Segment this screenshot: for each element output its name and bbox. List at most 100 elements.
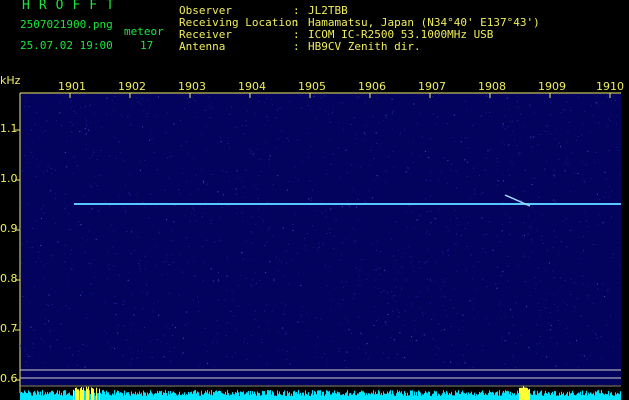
noise-pixel xyxy=(599,214,601,216)
level-bar xyxy=(470,393,471,400)
level-bar xyxy=(318,390,319,400)
level-bar xyxy=(385,393,386,400)
noise-pixel xyxy=(123,300,125,302)
noise-pixel xyxy=(226,257,228,259)
noise-pixel xyxy=(133,249,135,251)
noise-pixel xyxy=(418,261,420,263)
noise-pixel xyxy=(464,137,466,139)
noise-pixel xyxy=(81,291,83,293)
level-bar xyxy=(351,394,352,400)
noise-pixel xyxy=(443,157,445,159)
level-bar xyxy=(361,390,362,400)
noise-pixel xyxy=(306,312,308,314)
level-bar xyxy=(168,391,169,400)
noise-pixel xyxy=(531,177,533,179)
noise-pixel xyxy=(178,189,180,190)
noise-pixel xyxy=(515,366,516,368)
noise-pixel xyxy=(251,216,253,218)
noise-pixel xyxy=(604,220,606,222)
noise-pixel xyxy=(326,359,328,361)
level-bar xyxy=(148,394,149,400)
noise-pixel xyxy=(464,228,466,230)
noise-pixel xyxy=(235,352,236,354)
noise-pixel xyxy=(584,181,586,183)
noise-pixel xyxy=(285,332,287,334)
noise-pixel xyxy=(535,353,537,355)
noise-pixel xyxy=(314,209,316,211)
level-bar xyxy=(516,394,517,400)
level-bar xyxy=(595,391,596,400)
level-bar xyxy=(276,395,277,400)
noise-pixel xyxy=(308,156,310,158)
noise-pixel xyxy=(254,283,256,285)
level-bar xyxy=(454,395,455,400)
noise-pixel xyxy=(413,271,415,273)
level-bar xyxy=(316,394,317,400)
level-bar xyxy=(86,386,87,400)
level-bar xyxy=(433,393,434,400)
noise-pixel xyxy=(414,228,416,230)
noise-pixel xyxy=(427,249,429,251)
noise-pixel xyxy=(550,114,552,116)
level-bar xyxy=(102,390,103,400)
noise-pixel xyxy=(378,317,380,319)
noise-pixel xyxy=(484,169,486,171)
noise-pixel xyxy=(89,210,91,212)
noise-pixel xyxy=(337,122,339,124)
level-bar xyxy=(509,394,510,400)
noise-pixel xyxy=(123,207,125,208)
noise-pixel xyxy=(416,219,418,221)
noise-pixel xyxy=(254,185,255,187)
noise-pixel xyxy=(405,279,407,281)
noise-pixel xyxy=(604,171,606,173)
level-bar xyxy=(98,393,99,400)
level-bar xyxy=(119,393,120,400)
noise-pixel xyxy=(364,133,366,135)
noise-pixel xyxy=(231,106,232,108)
noise-pixel xyxy=(153,302,154,304)
level-bar xyxy=(619,394,620,400)
level-bar xyxy=(71,395,72,400)
noise-pixel xyxy=(517,265,519,267)
noise-pixel xyxy=(353,189,355,191)
level-bar xyxy=(387,391,388,400)
noise-pixel xyxy=(40,261,42,263)
noise-pixel xyxy=(191,97,193,99)
noise-pixel xyxy=(66,205,68,207)
noise-pixel xyxy=(319,287,321,289)
noise-pixel xyxy=(525,306,527,308)
noise-pixel xyxy=(217,191,219,193)
level-bar xyxy=(395,395,396,400)
noise-pixel xyxy=(375,279,377,281)
level-bar xyxy=(89,390,90,400)
level-bar xyxy=(70,395,71,400)
level-bar xyxy=(253,393,254,400)
level-bar xyxy=(257,391,258,400)
level-bar xyxy=(100,392,101,400)
noise-pixel xyxy=(355,206,357,208)
noise-pixel xyxy=(90,265,92,267)
noise-pixel xyxy=(556,344,558,346)
level-bar xyxy=(444,392,445,400)
level-bar xyxy=(79,390,80,400)
level-bar xyxy=(267,390,268,400)
noise-pixel xyxy=(172,334,173,336)
noise-pixel xyxy=(403,324,405,326)
noise-pixel xyxy=(271,98,273,100)
level-bar xyxy=(537,390,538,400)
level-bar xyxy=(370,394,371,400)
level-bar xyxy=(448,394,449,400)
level-bar xyxy=(45,392,46,400)
noise-pixel xyxy=(573,311,575,313)
noise-pixel xyxy=(131,294,133,296)
noise-pixel xyxy=(225,335,227,337)
noise-pixel xyxy=(25,361,27,363)
noise-pixel xyxy=(591,330,593,332)
level-bar xyxy=(127,392,128,400)
noise-pixel xyxy=(149,139,151,141)
noise-pixel xyxy=(481,115,483,117)
noise-pixel xyxy=(135,193,137,195)
level-bar xyxy=(25,391,26,400)
noise-pixel xyxy=(498,304,500,306)
level-bar xyxy=(451,391,452,400)
